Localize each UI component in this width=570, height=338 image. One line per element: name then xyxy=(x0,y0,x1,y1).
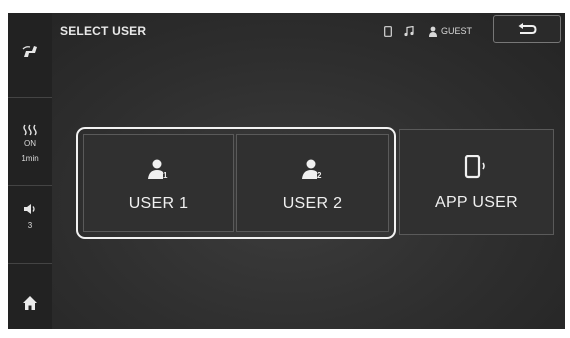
volume-icon xyxy=(8,203,52,217)
seat-icon[interactable] xyxy=(21,42,39,60)
page-title: SELECT USER xyxy=(60,24,147,38)
phone-status-icon xyxy=(384,23,392,39)
heat-icon xyxy=(8,124,52,138)
volume-button[interactable]: 3 xyxy=(8,203,52,231)
volume-level: 3 xyxy=(27,221,33,230)
home-button[interactable] xyxy=(22,295,38,311)
heat-button[interactable]: ON 1min xyxy=(8,124,52,164)
fan-timer: 1min xyxy=(21,154,39,163)
current-user-name: GUEST xyxy=(441,26,473,36)
user-1-badge: 1 xyxy=(163,171,168,180)
user-1-label: USER 1 xyxy=(128,195,189,212)
user-2-button[interactable]: 2 USER 2 xyxy=(236,134,389,232)
user-2-icon: 2 xyxy=(301,158,324,185)
user-icon xyxy=(429,26,437,37)
app-user-button[interactable]: APP USER xyxy=(399,129,554,235)
fan-state: ON xyxy=(24,139,36,148)
home-icon xyxy=(23,296,37,310)
user-selection-group: 1 USER 1 2 USER 2 xyxy=(76,127,396,239)
music-status-icon xyxy=(404,23,414,39)
current-user-status: GUEST xyxy=(429,23,472,39)
sidebar-divider xyxy=(8,97,52,98)
back-arrow-icon xyxy=(518,23,537,34)
user-1-button[interactable]: 1 USER 1 xyxy=(83,134,234,232)
app-user-label: APP USER xyxy=(434,194,519,211)
user-1-icon: 1 xyxy=(147,158,170,185)
sidebar: ON 1min 3 xyxy=(8,13,52,329)
screen: ON 1min 3 SELECT USER GUEST 1 USER 1 2 U… xyxy=(8,13,565,329)
sidebar-divider xyxy=(8,185,52,186)
sidebar-divider xyxy=(8,263,52,264)
phone-app-icon xyxy=(464,154,490,184)
back-button[interactable] xyxy=(493,15,561,43)
user-2-label: USER 2 xyxy=(282,195,343,212)
user-2-badge: 2 xyxy=(317,171,322,180)
